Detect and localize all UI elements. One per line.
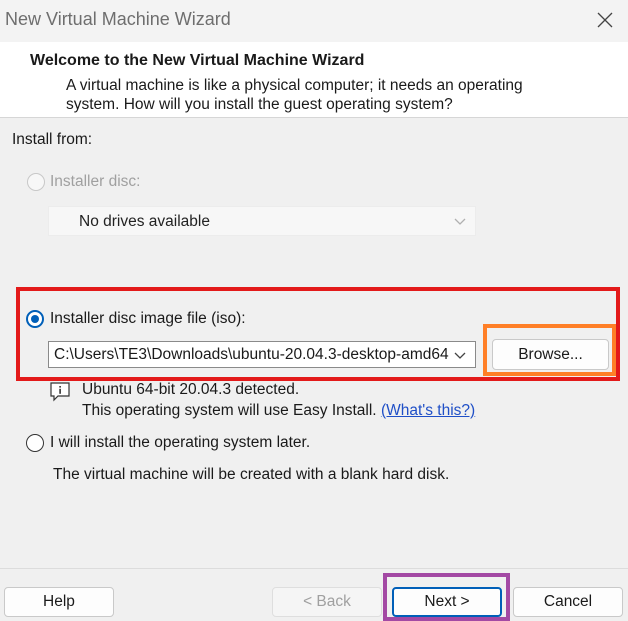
easy-install-text: This operating system will use Easy Inst… <box>82 402 377 419</box>
installer-disc-dropdown[interactable]: No drives available <box>48 206 476 236</box>
installer-disc-label: Installer disc: <box>50 173 141 190</box>
iso-path-combobox[interactable]: C:\Users\TE3\Downloads\ubuntu-20.04.3-de… <box>48 341 476 368</box>
installer-disc-dropdown-value: No drives available <box>79 213 210 230</box>
install-later-description: The virtual machine will be created with… <box>53 466 450 483</box>
chevron-down-icon <box>454 352 466 359</box>
iso-radio[interactable] <box>26 310 44 328</box>
info-icon <box>50 382 70 402</box>
page-description: A virtual machine is like a physical com… <box>66 77 523 113</box>
install-later-label: I will install the operating system late… <box>50 434 311 451</box>
cancel-button[interactable]: Cancel <box>513 587 623 617</box>
back-button[interactable]: < Back <box>272 587 382 617</box>
chevron-down-icon <box>454 218 466 225</box>
close-button[interactable] <box>582 0 628 40</box>
footer-divider <box>0 568 628 569</box>
install-later-radio[interactable] <box>26 434 44 452</box>
browse-button[interactable]: Browse... <box>492 339 609 370</box>
easy-install-note: This operating system will use Easy Inst… <box>82 402 475 420</box>
iso-path-value: C:\Users\TE3\Downloads\ubuntu-20.04.3-de… <box>54 346 449 363</box>
window-title: New Virtual Machine Wizard <box>5 9 231 29</box>
close-icon <box>597 12 613 28</box>
next-button[interactable]: Next > <box>392 587 502 617</box>
wizard-window: New Virtual Machine Wizard Welcome to th… <box>0 0 628 621</box>
install-from-label: Install from: <box>12 131 93 148</box>
header-panel: Welcome to the New Virtual Machine Wizar… <box>0 42 628 118</box>
help-button[interactable]: Help <box>4 587 114 617</box>
installer-disc-radio[interactable] <box>27 173 45 191</box>
title-bar: New Virtual Machine Wizard <box>0 0 628 42</box>
iso-label: Installer disc image file (iso): <box>50 310 246 327</box>
detected-os-text: Ubuntu 64-bit 20.04.3 detected. <box>82 381 300 398</box>
whats-this-link[interactable]: (What's this?) <box>381 402 475 419</box>
page-title: Welcome to the New Virtual Machine Wizar… <box>30 52 365 69</box>
